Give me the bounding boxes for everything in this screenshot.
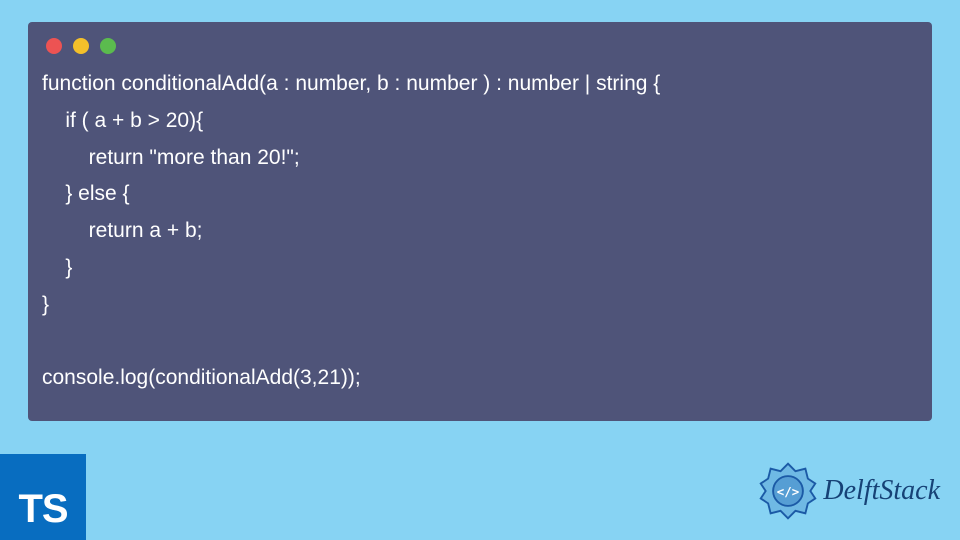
brand-name: DelftStack <box>823 475 940 507</box>
svg-text:</>: </> <box>777 484 799 499</box>
brand: </> DelftStack <box>757 460 940 522</box>
window-controls <box>28 22 932 62</box>
brand-logo-icon: </> <box>757 460 819 522</box>
typescript-badge-text: TS <box>18 487 67 532</box>
maximize-icon <box>100 38 116 54</box>
code-window: function conditionalAdd(a : number, b : … <box>28 22 932 421</box>
typescript-badge: TS <box>0 454 86 540</box>
code-block: function conditionalAdd(a : number, b : … <box>28 62 932 401</box>
minimize-icon <box>73 38 89 54</box>
close-icon <box>46 38 62 54</box>
